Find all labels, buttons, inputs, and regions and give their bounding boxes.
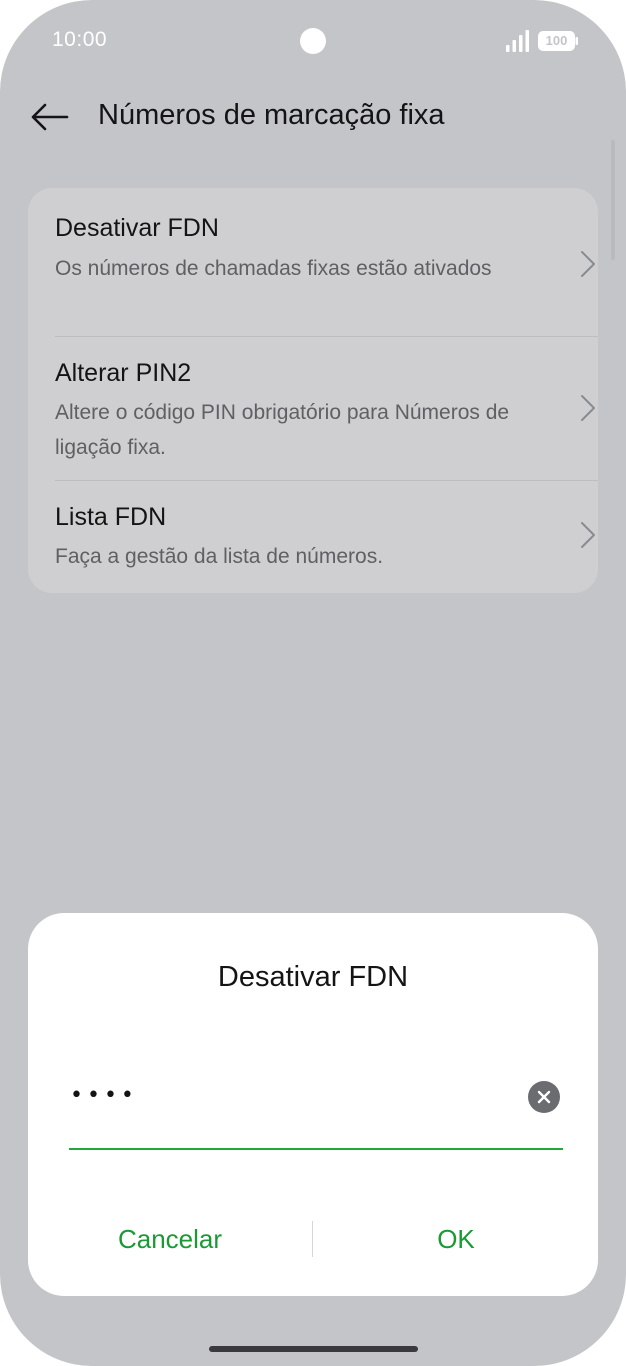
pin-dialog: Desativar FDN Cancelar OK — [28, 913, 598, 1296]
phone-screen: 10:00 100 Números de marcação fixa Desat… — [0, 0, 626, 1366]
item-subtitle: Os números de chamadas fixas estão ativa… — [55, 257, 492, 280]
item-title: Desativar FDN — [55, 214, 219, 242]
home-indicator[interactable] — [209, 1346, 418, 1352]
clear-x-icon — [537, 1090, 551, 1104]
clear-button[interactable] — [528, 1081, 560, 1113]
item-subtitle: Faça a gestão da lista de números. — [55, 545, 384, 568]
chevron-right-icon — [581, 395, 595, 421]
pin-input[interactable] — [70, 1071, 510, 1119]
chevron-right-icon — [581, 251, 595, 277]
page-title: Números de marcação fixa — [98, 99, 445, 131]
camera-hole — [300, 28, 326, 54]
button-separator — [312, 1221, 313, 1257]
item-title: Alterar PIN2 — [55, 359, 192, 387]
settings-card: Desativar FDN Os números de chamadas fix… — [28, 188, 598, 593]
item-subtitle: Altere o código PIN obrigatório para Núm… — [55, 401, 510, 459]
back-button[interactable] — [24, 92, 74, 142]
input-underline — [69, 1148, 563, 1150]
signal-icon — [506, 30, 529, 52]
arrow-left-icon — [31, 103, 69, 131]
settings-item-lista-fdn[interactable]: Lista FDN Faça a gestão da lista de núme… — [28, 481, 598, 593]
item-title: Lista FDN — [55, 503, 167, 531]
scrollbar[interactable] — [611, 140, 615, 260]
dialog-title: Desativar FDN — [217, 961, 409, 993]
battery-level: 100 — [545, 33, 568, 48]
status-bar: 10:00 100 — [0, 0, 626, 80]
status-time: 10:00 — [52, 28, 108, 51]
settings-item-desativar-fdn[interactable]: Desativar FDN Os números de chamadas fix… — [28, 188, 598, 336]
chevron-right-icon — [581, 522, 595, 548]
settings-item-alterar-pin2[interactable]: Alterar PIN2 Altere o código PIN obrigat… — [28, 337, 598, 480]
ok-button[interactable]: OK — [314, 1217, 598, 1261]
cancel-button[interactable]: Cancelar — [28, 1217, 312, 1261]
